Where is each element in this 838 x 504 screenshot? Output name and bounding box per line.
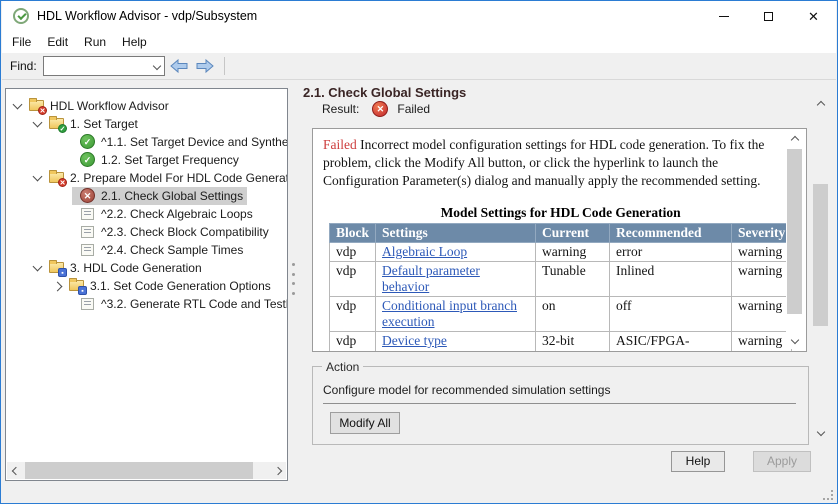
content-area: ✕ HDL Workflow Advisor ✓ 1. Set Target ✓… (2, 80, 836, 502)
setting-link[interactable]: Algebraic Loop (382, 244, 467, 259)
resize-grip[interactable] (823, 490, 833, 500)
action-group-title: Action (322, 360, 364, 374)
table-row: vdp Default parameter behavior Tunable I… (328, 261, 793, 297)
check-notrun-icon (80, 242, 96, 258)
folder-failed-icon: ✕ (29, 98, 47, 115)
check-notrun-icon (80, 206, 96, 222)
find-previous-button[interactable] (169, 58, 190, 74)
check-passed-icon: ✓ (80, 152, 96, 168)
action-description: Configure model for recommended simulati… (323, 383, 611, 397)
scrollbar-thumb[interactable] (787, 149, 802, 314)
tree-item-check-sample-times[interactable]: ^2.4. Check Sample Times (6, 241, 287, 259)
help-button[interactable]: Help (671, 451, 725, 472)
model-settings-table: Model Settings for HDL Code Generation B… (328, 205, 793, 351)
tree-item-set-target[interactable]: ✓ 1. Set Target (6, 115, 287, 133)
folder-passed-icon: ✓ (49, 116, 67, 133)
table-header-row: Block Settings Current Recommended Sever… (328, 223, 793, 243)
modify-all-button[interactable]: Modify All (330, 412, 400, 434)
menu-file[interactable]: File (4, 32, 39, 52)
result-label: Result: (322, 102, 360, 116)
find-input[interactable] (43, 58, 144, 74)
workflow-tree-panel: ✕ HDL Workflow Advisor ✓ 1. Set Target ✓… (5, 88, 288, 481)
setting-link[interactable]: Default parameter behavior (382, 263, 480, 294)
scroll-up-arrow[interactable] (812, 96, 829, 111)
find-label: Find: (10, 59, 37, 73)
failed-status-icon: ✕ (372, 101, 389, 117)
result-row: Result: ✕ Failed (322, 100, 430, 118)
setting-link[interactable]: Conditional input branch execution (382, 298, 517, 329)
menu-run[interactable]: Run (76, 32, 114, 52)
folder-notrun-icon: ▪ (69, 278, 87, 295)
setting-link[interactable]: Device type (382, 333, 447, 348)
folder-notrun-icon: ▪ (49, 260, 67, 277)
tree-item-set-target-device[interactable]: ✓ ^1.1. Set Target Device and Synthesis … (6, 133, 287, 151)
table-caption: Model Settings for HDL Code Generation (440, 205, 681, 220)
find-next-button[interactable] (194, 58, 215, 74)
minimize-button[interactable] (701, 1, 746, 31)
page-title: 2.1. Check Global Settings (303, 85, 467, 100)
tree-horizontal-scrollbar[interactable] (7, 462, 286, 479)
workflow-tree: ✕ HDL Workflow Advisor ✓ 1. Set Target ✓… (6, 97, 287, 313)
tree-item-hdl-workflow-advisor[interactable]: ✕ HDL Workflow Advisor (6, 97, 287, 115)
title-bar: HDL Workflow Advisor - vdp/Subsystem ✕ (2, 1, 836, 31)
scrollbar-thumb[interactable] (25, 462, 253, 479)
scrollbar-thumb[interactable] (813, 184, 828, 326)
chevron-down-icon[interactable] (152, 61, 161, 71)
tree-item-prepare-model[interactable]: ✕ 2. Prepare Model For HDL Code Generati… (6, 169, 287, 187)
check-notrun-icon (80, 224, 96, 240)
window-controls: ✕ (701, 1, 836, 31)
check-failed-icon: ✕ (80, 188, 96, 204)
find-combobox[interactable] (42, 56, 165, 76)
scroll-up-arrow[interactable] (786, 131, 803, 146)
table-row: vdp Device type 32-bit Generic ASIC/FPGA… (328, 331, 793, 351)
tree-item-set-code-generation-options[interactable]: ▪ 3.1. Set Code Generation Options (6, 277, 287, 295)
minimize-icon (718, 15, 729, 17)
maximize-button[interactable] (746, 1, 791, 31)
scroll-down-arrow[interactable] (786, 334, 803, 349)
description-text: Incorrect model configuration settings f… (323, 137, 765, 188)
menu-edit[interactable]: Edit (39, 32, 76, 52)
scroll-down-arrow[interactable] (812, 426, 829, 441)
report-vertical-scrollbar[interactable] (786, 131, 803, 349)
panel-splitter[interactable] (290, 263, 296, 295)
status-badge: Failed (397, 102, 431, 116)
table-row: vdp Conditional input branch execution o… (328, 296, 793, 332)
hdl-workflow-advisor-window: HDL Workflow Advisor - vdp/Subsystem ✕ F… (0, 0, 838, 504)
result-report-box: Failed Incorrect model configuration set… (312, 128, 807, 352)
panel-vertical-scrollbar[interactable] (812, 96, 829, 441)
failed-word: Failed (323, 137, 357, 152)
check-detail-panel: 2.1. Check Global Settings Result: ✕ Fai… (297, 80, 836, 502)
app-icon (13, 8, 29, 24)
folder-failed-icon: ✕ (49, 170, 67, 187)
action-group: Action Configure model for recommended s… (312, 360, 809, 445)
tree-item-generate-rtl-code[interactable]: ^3.2. Generate RTL Code and Testbench (6, 295, 287, 313)
apply-button: Apply (753, 451, 811, 472)
tree-item-check-algebraic-loops[interactable]: ^2.2. Check Algebraic Loops (6, 205, 287, 223)
table-row: vdp Algebraic Loop warning error warning (328, 242, 793, 262)
check-notrun-icon (80, 296, 96, 312)
scroll-left-arrow[interactable] (7, 462, 24, 479)
toolbar-separator (223, 57, 225, 75)
close-button[interactable]: ✕ (791, 1, 836, 31)
tree-item-hdl-code-generation[interactable]: ▪ 3. HDL Code Generation (6, 259, 287, 277)
find-toolbar: Find: (2, 53, 836, 80)
close-icon: ✕ (808, 8, 819, 24)
maximize-icon (764, 11, 773, 21)
menu-help[interactable]: Help (114, 32, 155, 52)
check-passed-icon: ✓ (80, 134, 96, 150)
tree-item-set-target-frequency[interactable]: ✓ 1.2. Set Target Frequency (6, 151, 287, 169)
window-title: HDL Workflow Advisor - vdp/Subsystem (37, 9, 258, 23)
result-description: Failed Incorrect model configuration set… (323, 136, 775, 190)
action-separator (323, 403, 796, 404)
tree-item-check-global-settings[interactable]: ✕ 2.1. Check Global Settings (6, 187, 287, 205)
tree-item-check-block-compatibility[interactable]: ^2.3. Check Block Compatibility (6, 223, 287, 241)
menu-bar: File Edit Run Help (2, 31, 836, 53)
scroll-right-arrow[interactable] (269, 462, 286, 479)
